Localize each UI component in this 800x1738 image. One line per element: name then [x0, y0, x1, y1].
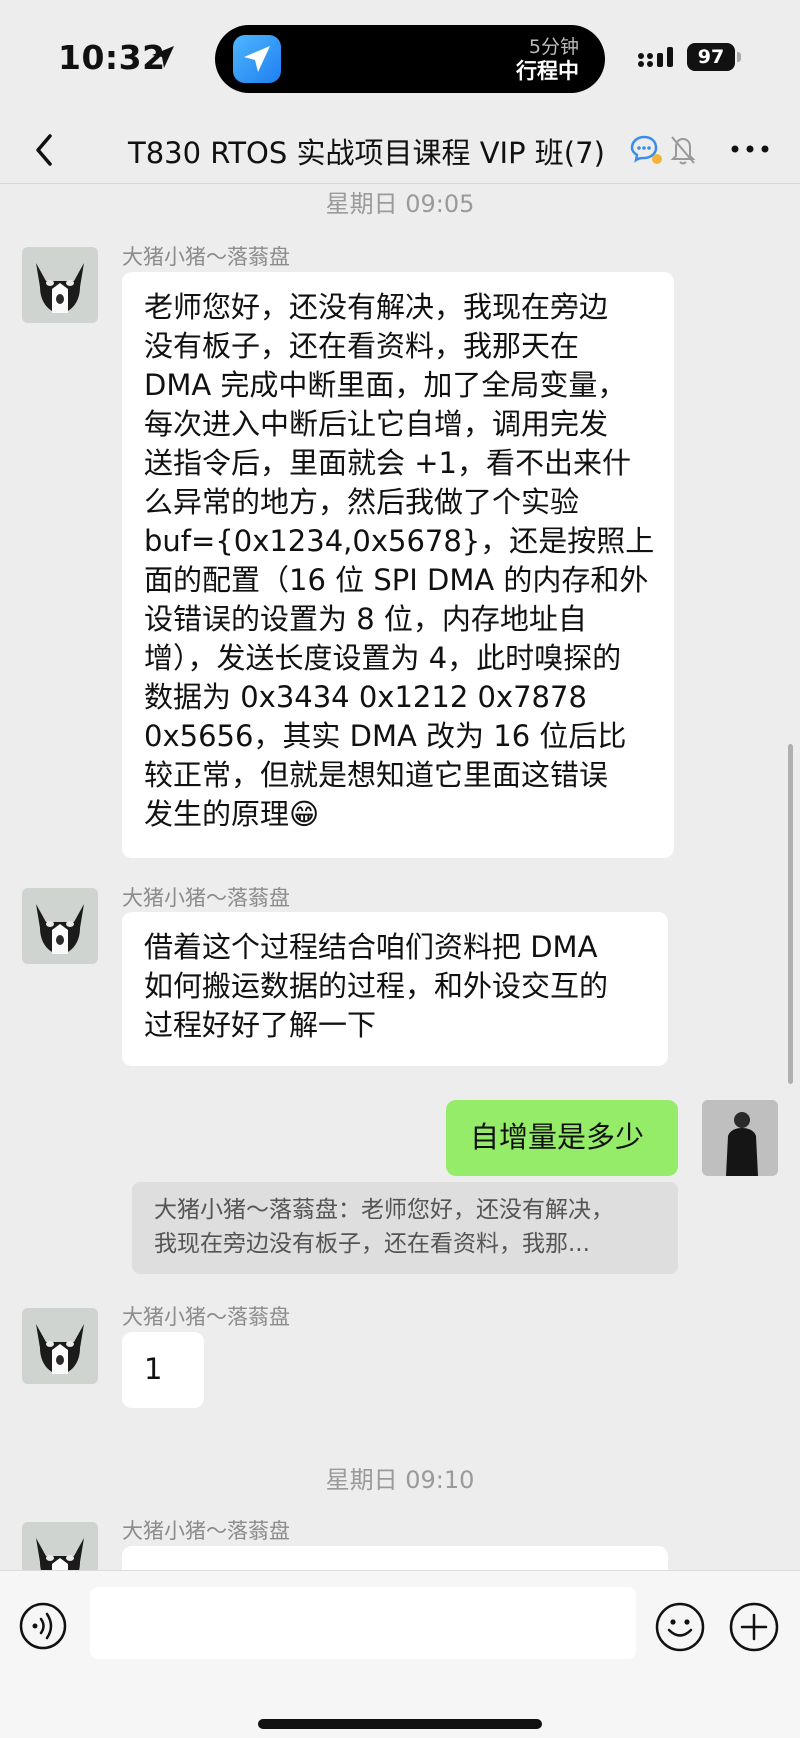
avatar[interactable]	[22, 247, 98, 323]
message-line: 没有板子，还在看资料，我那天在	[144, 329, 580, 363]
message-line: DMA 完成中断里面，加了全局变量，	[144, 368, 627, 402]
message-line: buf={0x1234,0x5678}，还是按照上	[144, 524, 655, 558]
message-line: 发生的原理😁	[144, 797, 320, 831]
battery-icon	[737, 52, 741, 62]
chat-header: T830 RTOS 实战项目课程 VIP 班(7)	[0, 118, 800, 184]
sender-name: 大猪小猪～落蓊盘	[122, 886, 290, 910]
avatar[interactable]	[22, 888, 98, 964]
message-text: 1	[144, 1352, 163, 1386]
chevron-left-icon	[36, 134, 52, 166]
message-line: 过程好好了解一下	[144, 1008, 377, 1042]
more-dots-icon	[731, 145, 769, 153]
voice-input-button[interactable]	[18, 1601, 68, 1655]
message-line: 我现在旁边没有板子，还在看资料，我那...	[154, 1231, 590, 1257]
message-line: 如何搬运数据的过程，和外设交互的	[144, 969, 609, 1003]
input-bar	[0, 1570, 800, 1738]
message-input[interactable]	[90, 1587, 636, 1659]
timestamp: 星期日 09:10	[325, 1466, 475, 1494]
avatar[interactable]	[22, 1308, 98, 1384]
my-avatar[interactable]	[702, 1100, 778, 1176]
message-line: 大猪小猪～落蓊盘：老师您好，还没有解决，	[154, 1197, 614, 1223]
home-indicator[interactable]	[258, 1719, 542, 1729]
dynamic-island[interactable]: 5分钟 行程中	[215, 25, 605, 93]
avatar[interactable]	[22, 1522, 98, 1570]
message-line: 面的配置（16 位 SPI DMA 的内存和外	[144, 563, 649, 597]
message-line: 数据为 0x3434 0x1212 0x7878	[144, 680, 587, 714]
message-line: 较正常，但就是想知道它里面这错误	[144, 758, 609, 792]
chat-messages[interactable]: 星期日 09:05 大猪小猪～落蓊盘 老师您好，还没有解决，我现在旁边 没有板子，…	[0, 184, 800, 1570]
timestamp: 星期日 09:05	[325, 190, 475, 218]
group-chat-bubble-icon	[628, 134, 664, 170]
message-line: 么异常的地方，然后我做了个实验	[144, 485, 580, 519]
sender-name: 大猪小猪～落蓊盘	[122, 1305, 290, 1329]
message-bubble[interactable]: 1	[122, 1332, 204, 1408]
battery-level: 97	[687, 43, 735, 71]
my-message-bubble[interactable]: 自增量是多少	[446, 1100, 678, 1176]
message-line: 老师您好，还没有解决，我现在旁边	[144, 290, 609, 324]
back-button[interactable]	[26, 128, 66, 172]
mute-bell-icon	[668, 132, 698, 170]
voice-icon	[19, 1602, 67, 1650]
message-line: 增），发送长度设置为 4，此时嗅探的	[144, 641, 622, 675]
sender-name: 大猪小猪～落蓊盘	[122, 1519, 290, 1543]
message-line: 每次进入中断后让它自增，调用完发	[144, 407, 609, 441]
plus-icon	[729, 1602, 779, 1652]
location-arrow-icon	[150, 44, 176, 74]
island-sub-text: 5分钟	[528, 36, 579, 58]
message-line: 借着这个过程结合咱们资料把 DMA	[144, 930, 598, 964]
message-bubble[interactable]: 借着这个过程结合咱们资料把 DMA 如何搬运数据的过程，和外设交互的 过程好好了解一…	[122, 912, 668, 1066]
message-line: 设错误的设置为 8 位，内存地址自	[144, 602, 587, 636]
emoji-icon	[655, 1602, 705, 1652]
quoted-message[interactable]: 大猪小猪～落蓊盘：老师您好，还没有解决， 我现在旁边没有板子，还在看资料，我那..…	[132, 1182, 678, 1274]
message-line: 0x5656，其实 DMA 改为 16 位后比	[144, 719, 627, 753]
sender-name: 大猪小猪～落蓊盘	[122, 245, 290, 269]
island-trip-status: 5分钟 行程中	[516, 35, 579, 83]
cellular-signal-icon	[637, 45, 675, 73]
message-bubble[interactable]	[122, 1546, 668, 1570]
chat-title: T830 RTOS 实战项目课程 VIP 班(7)	[128, 136, 605, 170]
scrollbar[interactable]	[788, 744, 793, 1084]
emoji-button[interactable]	[654, 1601, 706, 1657]
island-main-text: 行程中	[516, 59, 579, 83]
more-functions-button[interactable]	[728, 1601, 780, 1657]
more-options-button[interactable]	[725, 134, 775, 164]
status-bar: 10:32 5分钟 行程中 97	[0, 0, 800, 118]
message-line: 送指令后，里面就会 +1，看不出来什	[144, 446, 631, 480]
message-bubble[interactable]: 老师您好，还没有解决，我现在旁边 没有板子，还在看资料，我那天在 DMA 完成中断里…	[122, 272, 674, 858]
navigation-app-icon	[233, 35, 281, 83]
message-text: 自增量是多少	[470, 1120, 645, 1154]
